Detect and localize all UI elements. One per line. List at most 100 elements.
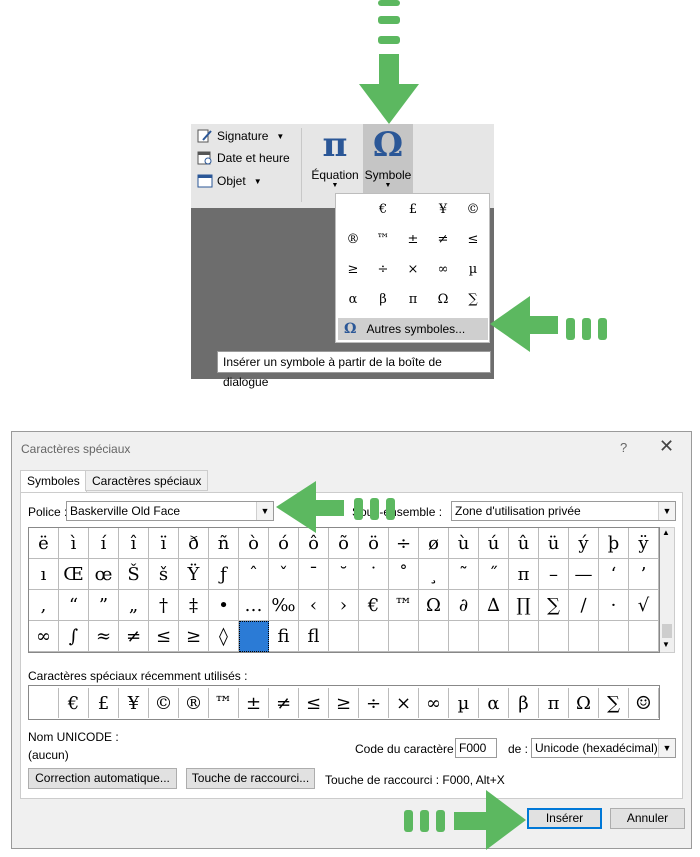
equation-button[interactable]: π Équation ▼ bbox=[307, 124, 363, 204]
symbol-cell[interactable]: ∑ bbox=[539, 590, 569, 621]
symbol-cell[interactable]: œ bbox=[89, 559, 119, 590]
recent-symbol-cell[interactable]: ÷ bbox=[359, 688, 389, 718]
symbol-cell[interactable]: Œ bbox=[59, 559, 89, 590]
symbol-cell[interactable]: … bbox=[239, 590, 269, 621]
symbol-cell[interactable]: Š bbox=[119, 559, 149, 590]
symbol-cell[interactable]: ﬂ bbox=[299, 621, 329, 652]
recent-symbol-cell[interactable]: ± bbox=[239, 688, 269, 718]
objet-button[interactable]: Objet ▼ bbox=[197, 171, 262, 191]
recent-symbol-cell[interactable]: ∞ bbox=[419, 688, 449, 718]
dropdown-symbol[interactable]: ÷ bbox=[368, 254, 398, 284]
symbol-cell[interactable]: ú bbox=[479, 528, 509, 559]
help-icon[interactable]: ? bbox=[620, 440, 627, 455]
dropdown-symbol[interactable]: ™ bbox=[368, 224, 398, 254]
recent-symbol-cell[interactable]: ∑ bbox=[599, 688, 629, 718]
symbol-cell[interactable]: ˜ bbox=[449, 559, 479, 590]
dropdown-symbol[interactable]: π bbox=[398, 284, 428, 314]
symbol-cell[interactable] bbox=[329, 621, 359, 652]
symbol-cell[interactable]: í bbox=[89, 528, 119, 559]
symbol-cell[interactable]: € bbox=[359, 590, 389, 621]
de-combo[interactable]: Unicode (hexadécimal) ▼ bbox=[531, 738, 676, 758]
symbol-cell[interactable]: ≥ bbox=[179, 621, 209, 652]
annuler-button[interactable]: Annuler bbox=[610, 808, 685, 829]
dropdown-symbol[interactable]: € bbox=[368, 194, 398, 224]
symbol-cell[interactable]: ö bbox=[359, 528, 389, 559]
symbol-cell[interactable]: ˙ bbox=[359, 559, 389, 590]
symbol-cell[interactable]: ≠ bbox=[119, 621, 149, 652]
symbol-cell[interactable] bbox=[629, 621, 659, 652]
autres-symboles-menu-item[interactable]: Ω Autres symboles... bbox=[338, 318, 488, 340]
symbole-button[interactable]: Ω Symbole ▼ bbox=[363, 124, 413, 204]
symbol-cell[interactable]: ‘ bbox=[599, 559, 629, 590]
symbol-cell[interactable]: ∞ bbox=[29, 621, 59, 652]
symbol-cell[interactable]: ï bbox=[149, 528, 179, 559]
symbol-cell[interactable]: ˇ bbox=[269, 559, 299, 590]
symbol-cell[interactable]: þ bbox=[599, 528, 629, 559]
symbol-cell[interactable]: î bbox=[119, 528, 149, 559]
symbol-cell[interactable]: ı bbox=[29, 559, 59, 590]
tab-symboles[interactable]: Symboles bbox=[20, 470, 87, 493]
recent-symbol-cell[interactable]: ™ bbox=[209, 688, 239, 718]
symbol-grid-scrollbar[interactable]: ▲ ▼ bbox=[660, 527, 675, 653]
symbol-cell[interactable]: “ bbox=[59, 590, 89, 621]
dropdown-symbol[interactable]: ® bbox=[338, 224, 368, 254]
date-heure-button[interactable]: Date et heure bbox=[197, 148, 290, 168]
symbol-cell[interactable]: ˚ bbox=[389, 559, 419, 590]
symbol-cell[interactable]: – bbox=[539, 559, 569, 590]
symbol-cell[interactable]: , bbox=[29, 590, 59, 621]
symbol-cell[interactable]: ∂ bbox=[449, 590, 479, 621]
dropdown-symbol[interactable]: ≠ bbox=[428, 224, 458, 254]
chevron-down-icon[interactable]: ▼ bbox=[658, 502, 675, 520]
symbol-cell[interactable] bbox=[449, 621, 479, 652]
symbol-cell[interactable]: √ bbox=[629, 590, 659, 621]
symbol-cell[interactable]: ¯ bbox=[299, 559, 329, 590]
dropdown-symbol[interactable]: β bbox=[368, 284, 398, 314]
dropdown-symbol[interactable]: ± bbox=[398, 224, 428, 254]
symbol-cell[interactable] bbox=[479, 621, 509, 652]
code-input[interactable]: F000 bbox=[455, 738, 497, 758]
signature-button[interactable]: Signature ▼ bbox=[197, 126, 284, 146]
symbol-cell[interactable] bbox=[599, 621, 629, 652]
symbol-cell[interactable]: ≈ bbox=[89, 621, 119, 652]
dropdown-symbol[interactable]: ¥ bbox=[428, 194, 458, 224]
recent-symbol-cell[interactable]: α bbox=[479, 688, 509, 718]
symbol-cell[interactable]: ø bbox=[419, 528, 449, 559]
symbol-cell[interactable]: ◊ bbox=[209, 621, 239, 652]
symbol-cell[interactable]: • bbox=[209, 590, 239, 621]
symbol-cell[interactable]: ≤ bbox=[149, 621, 179, 652]
police-combo[interactable]: Baskerville Old Face ▼ bbox=[66, 501, 274, 521]
chevron-down-icon[interactable]: ▼ bbox=[658, 739, 675, 757]
dropdown-symbol[interactable]: ≤ bbox=[458, 224, 488, 254]
chevron-down-icon[interactable]: ▼ bbox=[662, 640, 670, 649]
symbol-cell[interactable]: ñ bbox=[209, 528, 239, 559]
symbol-cell[interactable]: ∕ bbox=[569, 590, 599, 621]
touche-raccourci-button[interactable]: Touche de raccourci... bbox=[186, 768, 315, 789]
sous-ensemble-combo[interactable]: Zone d'utilisation privée ▼ bbox=[451, 501, 676, 521]
symbol-cell[interactable]: Ω bbox=[419, 590, 449, 621]
recent-symbol-cell[interactable]: ≠ bbox=[269, 688, 299, 718]
symbol-cell[interactable]: ﬁ bbox=[269, 621, 299, 652]
symbol-cell[interactable]: „ bbox=[119, 590, 149, 621]
symbol-cell[interactable]: ’ bbox=[629, 559, 659, 590]
symbol-cell[interactable]: ™ bbox=[389, 590, 419, 621]
symbol-cell[interactable]: ÿ bbox=[629, 528, 659, 559]
symbol-cell[interactable] bbox=[389, 621, 419, 652]
symbol-cell[interactable]: — bbox=[569, 559, 599, 590]
symbol-cell[interactable]: ë bbox=[29, 528, 59, 559]
dropdown-symbol[interactable]: © bbox=[458, 194, 488, 224]
dropdown-symbol[interactable]: ∑ bbox=[458, 284, 488, 314]
recent-symbol-cell[interactable]: £ bbox=[89, 688, 119, 718]
symbol-cell[interactable] bbox=[359, 621, 389, 652]
recent-symbol-cell[interactable]: ® bbox=[179, 688, 209, 718]
symbol-cell[interactable]: ù bbox=[449, 528, 479, 559]
symbol-cell[interactable]: ü bbox=[539, 528, 569, 559]
dropdown-symbol[interactable]: α bbox=[338, 284, 368, 314]
dropdown-symbol[interactable]: µ bbox=[458, 254, 488, 284]
symbol-cell[interactable]: ˆ bbox=[239, 559, 269, 590]
inserer-button[interactable]: Insérer bbox=[527, 808, 602, 829]
dropdown-symbol[interactable]: £ bbox=[398, 194, 428, 224]
symbol-cell[interactable]: ò bbox=[239, 528, 269, 559]
recent-symbol-cell[interactable]: × bbox=[389, 688, 419, 718]
symbol-cell[interactable]: › bbox=[329, 590, 359, 621]
tab-caracteres-speciaux[interactable]: Caractères spéciaux bbox=[85, 470, 209, 491]
